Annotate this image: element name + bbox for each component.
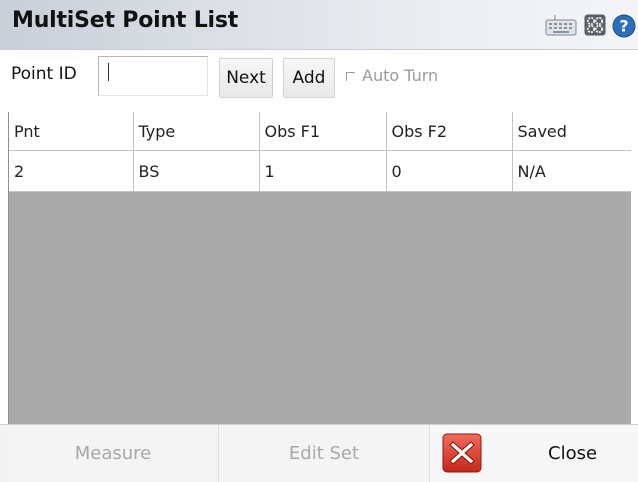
keyboard-icon[interactable] [545, 14, 577, 36]
auto-turn-checkbox[interactable]: Auto Turn [346, 66, 438, 85]
auto-turn-label: Auto Turn [362, 66, 439, 85]
text-caret [108, 63, 109, 81]
cell-saved: N/A [512, 150, 631, 192]
point-list-table: Pnt Type Obs F1 Obs F2 Saved 2 BS 1 0 N/… [8, 112, 631, 424]
column-header-saved[interactable]: Saved [512, 112, 631, 151]
point-id-label: Point ID [11, 64, 77, 84]
window-title: MultiSet Point List [12, 8, 239, 33]
cell-type: BS [133, 150, 260, 192]
edit-set-button[interactable]: Edit Set [219, 425, 430, 482]
column-header-obs-f2[interactable]: Obs F2 [386, 112, 513, 151]
column-header-pnt[interactable]: Pnt [9, 112, 134, 151]
table-header-row: Pnt Type Obs F1 Obs F2 Saved [9, 112, 631, 151]
cell-obs-f1: 1 [259, 150, 387, 192]
gear-icon[interactable] [584, 14, 606, 36]
measure-button[interactable]: Measure [8, 425, 219, 482]
add-button[interactable]: Add [283, 58, 335, 98]
checkbox-icon [346, 71, 355, 81]
bottom-bar: Measure Edit Set Close [0, 424, 638, 482]
close-label: Close [548, 443, 598, 464]
close-button[interactable]: Close [430, 425, 638, 482]
column-header-obs-f1[interactable]: Obs F1 [259, 112, 387, 151]
cell-pnt: 2 [9, 150, 134, 192]
point-id-input[interactable] [98, 56, 208, 96]
close-icon [442, 433, 482, 473]
column-header-type[interactable]: Type [133, 112, 260, 151]
svg-text:?: ? [619, 17, 628, 36]
next-button[interactable]: Next [219, 58, 273, 98]
cell-obs-f2: 0 [386, 150, 513, 192]
title-bar: MultiSet Point List ? [0, 0, 638, 50]
table-row[interactable]: 2 BS 1 0 N/A [9, 150, 631, 192]
help-icon[interactable]: ? [612, 14, 636, 38]
